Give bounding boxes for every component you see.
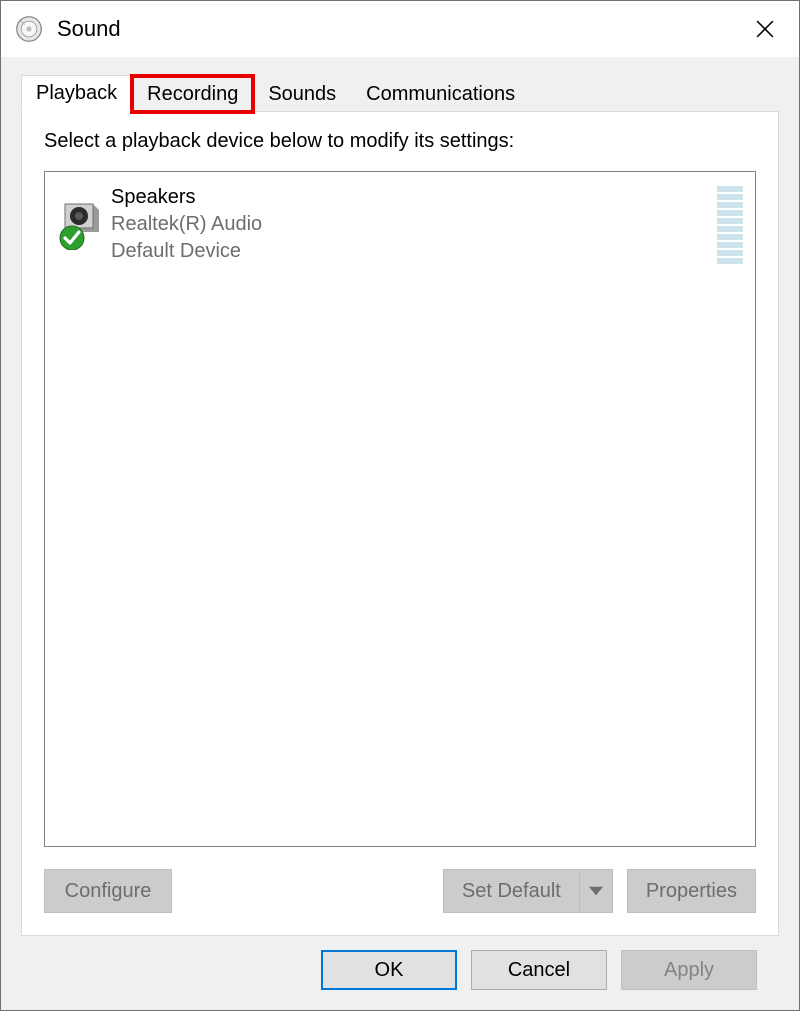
- window-title: Sound: [57, 16, 735, 42]
- dialog-button-row: OK Cancel Apply: [21, 936, 779, 1010]
- tab-label: Recording: [147, 83, 238, 105]
- panel-button-row: Configure Set Default Properties: [44, 869, 756, 913]
- speaker-icon: [57, 202, 105, 256]
- tab-label: Playback: [36, 82, 117, 104]
- button-label: Apply: [664, 959, 714, 982]
- chevron-down-icon: [589, 884, 603, 898]
- device-status: Default Device: [111, 238, 707, 265]
- device-driver: Realtek(R) Audio: [111, 211, 707, 238]
- device-name: Speakers: [111, 184, 707, 211]
- set-default-button[interactable]: Set Default: [443, 869, 579, 913]
- device-item-speakers[interactable]: Speakers Realtek(R) Audio Default Device: [55, 180, 745, 269]
- button-label: Properties: [646, 880, 737, 903]
- tab-recording[interactable]: Recording: [132, 76, 253, 112]
- device-list[interactable]: Speakers Realtek(R) Audio Default Device: [44, 171, 756, 847]
- button-label: OK: [375, 959, 404, 982]
- spacer: [186, 869, 429, 913]
- titlebar: Sound: [1, 1, 799, 57]
- close-button[interactable]: [735, 1, 795, 57]
- close-icon: [756, 20, 774, 38]
- instruction-text: Select a playback device below to modify…: [44, 130, 756, 153]
- tab-label: Sounds: [268, 83, 336, 105]
- set-default-split-button: Set Default: [443, 869, 613, 913]
- button-label: Set Default: [462, 880, 561, 903]
- button-label: Configure: [65, 880, 152, 903]
- properties-button[interactable]: Properties: [627, 869, 756, 913]
- configure-button[interactable]: Configure: [44, 869, 172, 913]
- button-label: Cancel: [508, 959, 570, 982]
- cancel-button[interactable]: Cancel: [471, 950, 607, 990]
- tab-strip: Playback Recording Sounds Communications: [21, 69, 779, 111]
- client-area: Playback Recording Sounds Communications…: [1, 57, 799, 1010]
- tab-playback[interactable]: Playback: [21, 75, 132, 112]
- level-meter: [717, 186, 743, 264]
- tab-label: Communications: [366, 83, 515, 105]
- ok-button[interactable]: OK: [321, 950, 457, 990]
- set-default-dropdown[interactable]: [579, 869, 613, 913]
- tab-panel-playback: Select a playback device below to modify…: [21, 111, 779, 936]
- sound-icon: [15, 15, 43, 43]
- tab-sounds[interactable]: Sounds: [253, 76, 351, 112]
- sound-dialog: Sound Playback Recording Sounds Communic…: [0, 0, 800, 1011]
- tab-communications[interactable]: Communications: [351, 76, 530, 112]
- apply-button[interactable]: Apply: [621, 950, 757, 990]
- device-text: Speakers Realtek(R) Audio Default Device: [111, 184, 707, 265]
